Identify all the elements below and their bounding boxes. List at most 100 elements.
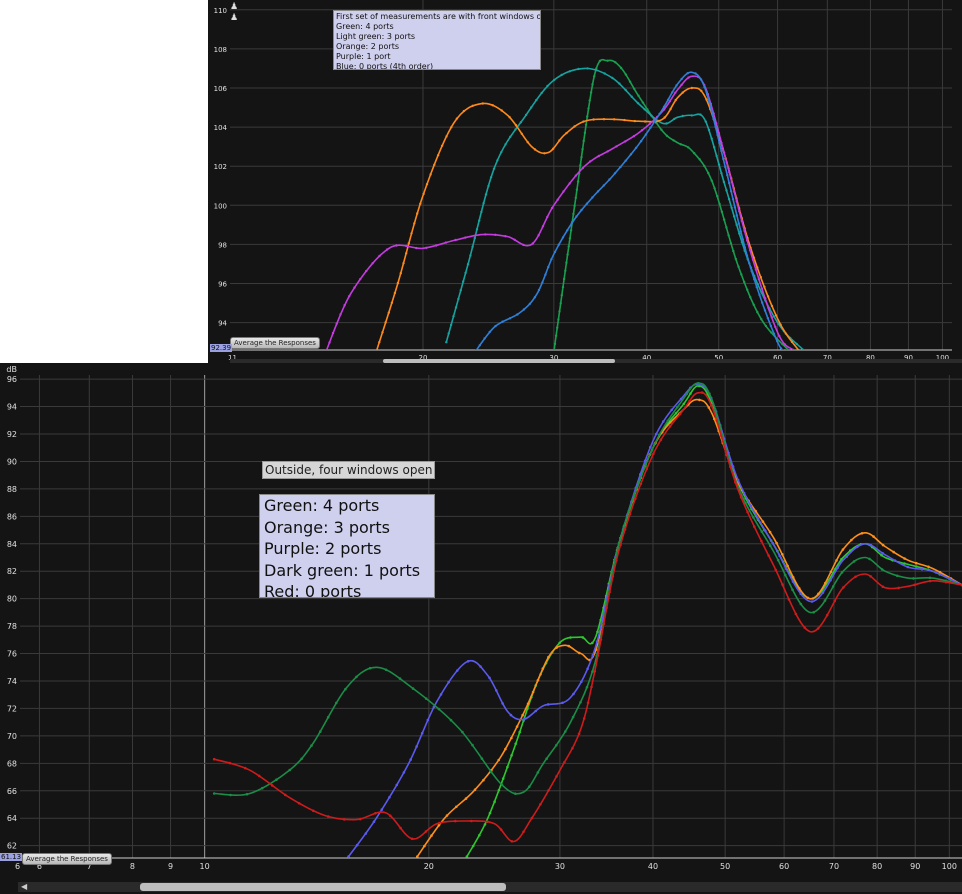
top-series-marker-0 bbox=[572, 212, 575, 216]
bottom-series-marker-1 bbox=[526, 702, 530, 705]
bottom-y-tick-label: 64 bbox=[7, 814, 17, 823]
bottom-note-line: Red: 0 ports bbox=[264, 582, 362, 598]
top-series-marker-0 bbox=[707, 171, 710, 175]
top-series-marker-2 bbox=[573, 125, 576, 128]
top-series-marker-4 bbox=[708, 101, 711, 105]
top-series-marker-4 bbox=[566, 229, 569, 232]
top-series-marker-3 bbox=[720, 141, 723, 145]
bottom-series-marker-4 bbox=[668, 425, 672, 428]
top-series-marker-2 bbox=[375, 351, 377, 353]
top-series-marker-4 bbox=[729, 190, 733, 193]
bottom-series-marker-3 bbox=[326, 715, 330, 719]
bottom-series-marker-3 bbox=[713, 407, 717, 411]
scroll-left-arrow-icon[interactable]: ◀ bbox=[21, 882, 27, 891]
bottom-series-marker-2 bbox=[402, 771, 406, 774]
bottom-series-marker-0 bbox=[581, 636, 585, 639]
top-series-marker-0 bbox=[553, 351, 555, 353]
top-series-marker-3 bbox=[589, 160, 592, 163]
bottom-series-marker-1 bbox=[829, 570, 833, 574]
bottom-series-marker-4 bbox=[734, 480, 737, 484]
top-series-marker-3 bbox=[751, 258, 755, 261]
average-responses-button[interactable]: Average the Responses bbox=[22, 853, 112, 865]
top-series-marker-1 bbox=[735, 223, 738, 227]
top-series-marker-1 bbox=[484, 193, 488, 196]
top-series-marker-0 bbox=[584, 123, 588, 127]
top-series-marker-4 bbox=[544, 273, 547, 276]
top-series-marker-3 bbox=[778, 334, 781, 338]
top-series-marker-2 bbox=[407, 242, 410, 245]
top-series-marker-0 bbox=[725, 226, 728, 229]
bottom-series-marker-4 bbox=[410, 837, 414, 841]
top-series-marker-0 bbox=[606, 59, 609, 62]
top-series-marker-0 bbox=[693, 152, 696, 155]
top-series-marker-3 bbox=[435, 244, 438, 247]
top-series-marker-0 bbox=[713, 187, 716, 190]
top-y-tick-label: 104 bbox=[214, 124, 228, 132]
top-series-marker-2 bbox=[633, 119, 636, 123]
top-series-marker-2 bbox=[558, 139, 561, 142]
top-series-marker-3 bbox=[738, 210, 741, 213]
top-series-marker-1 bbox=[704, 120, 707, 123]
bottom-series-marker-2 bbox=[756, 517, 760, 520]
top-series-marker-2 bbox=[779, 323, 782, 326]
top-series-marker-1 bbox=[725, 189, 728, 192]
average-responses-button[interactable]: Average the Responses bbox=[230, 337, 320, 349]
bottom-series-marker-3 bbox=[528, 785, 531, 788]
bottom-y-tick-label: 66 bbox=[7, 787, 17, 796]
bottom-series-marker-4 bbox=[774, 568, 778, 572]
top-series-marker-0 bbox=[727, 234, 730, 237]
bottom-series-marker-4 bbox=[729, 465, 732, 469]
top-series-marker-4 bbox=[748, 262, 751, 265]
bottom-series-marker-3 bbox=[398, 677, 402, 680]
bottom-series-marker-2 bbox=[799, 592, 802, 595]
bottom-series-marker-1 bbox=[881, 543, 885, 547]
top-series-marker-3 bbox=[728, 170, 731, 174]
top-series-marker-4 bbox=[644, 133, 648, 136]
bottom-scrollbar-thumb[interactable] bbox=[140, 883, 506, 891]
bottom-series-marker-2 bbox=[893, 559, 897, 562]
top-series-marker-4 bbox=[720, 149, 723, 153]
bottom-series-marker-2 bbox=[439, 693, 443, 696]
top-series-marker-3 bbox=[335, 322, 338, 325]
bottom-series-marker-1 bbox=[547, 655, 550, 659]
top-series-marker-4 bbox=[508, 317, 512, 320]
top-series-marker-4 bbox=[547, 265, 550, 269]
top-series-marker-0 bbox=[565, 261, 568, 264]
top-series-marker-2 bbox=[508, 116, 511, 119]
top-series-marker-3 bbox=[615, 145, 618, 148]
top-series-marker-1 bbox=[717, 163, 721, 166]
bottom-series-line-2 bbox=[347, 383, 962, 858]
bottom-series-marker-3 bbox=[591, 670, 594, 673]
top-series-marker-4 bbox=[474, 351, 476, 353]
user-icon[interactable]: ♟ bbox=[230, 13, 238, 23]
bottom-grid bbox=[20, 375, 962, 858]
bottom-series-marker-0 bbox=[501, 777, 505, 780]
bottom-series-marker-3 bbox=[776, 558, 780, 562]
bottom-series-marker-3 bbox=[666, 419, 670, 423]
bottom-series-marker-3 bbox=[627, 509, 630, 513]
bottom-y-tick-label: 68 bbox=[7, 759, 17, 768]
top-series-marker-3 bbox=[674, 91, 677, 94]
bottom-y-tick-label: 82 bbox=[7, 567, 17, 576]
bottom-series-marker-4 bbox=[881, 585, 885, 588]
top-scrollbar-thumb[interactable] bbox=[383, 359, 615, 363]
top-series-marker-4 bbox=[772, 332, 776, 335]
top-series-marker-0 bbox=[756, 310, 759, 314]
user-icon[interactable]: ♟ bbox=[230, 2, 238, 12]
top-series-marker-4 bbox=[516, 313, 519, 316]
bottom-series-marker-2 bbox=[456, 669, 459, 672]
top-y-tick-label: 100 bbox=[214, 202, 227, 210]
top-series-marker-3 bbox=[339, 313, 342, 316]
top-series-marker-2 bbox=[613, 118, 616, 121]
top-series-marker-1 bbox=[454, 306, 458, 309]
bottom-series-marker-4 bbox=[787, 598, 791, 601]
top-series-marker-2 bbox=[602, 118, 606, 121]
top-series-marker-2 bbox=[763, 285, 766, 288]
bottom-series-marker-4 bbox=[424, 830, 428, 833]
top-series-marker-1 bbox=[595, 68, 598, 72]
top-series-marker-4 bbox=[596, 190, 600, 193]
top-series-marker-0 bbox=[734, 257, 737, 261]
bottom-series-marker-2 bbox=[409, 758, 413, 761]
bottom-series-marker-1 bbox=[521, 713, 524, 717]
bottom-series-marker-4 bbox=[599, 638, 603, 641]
